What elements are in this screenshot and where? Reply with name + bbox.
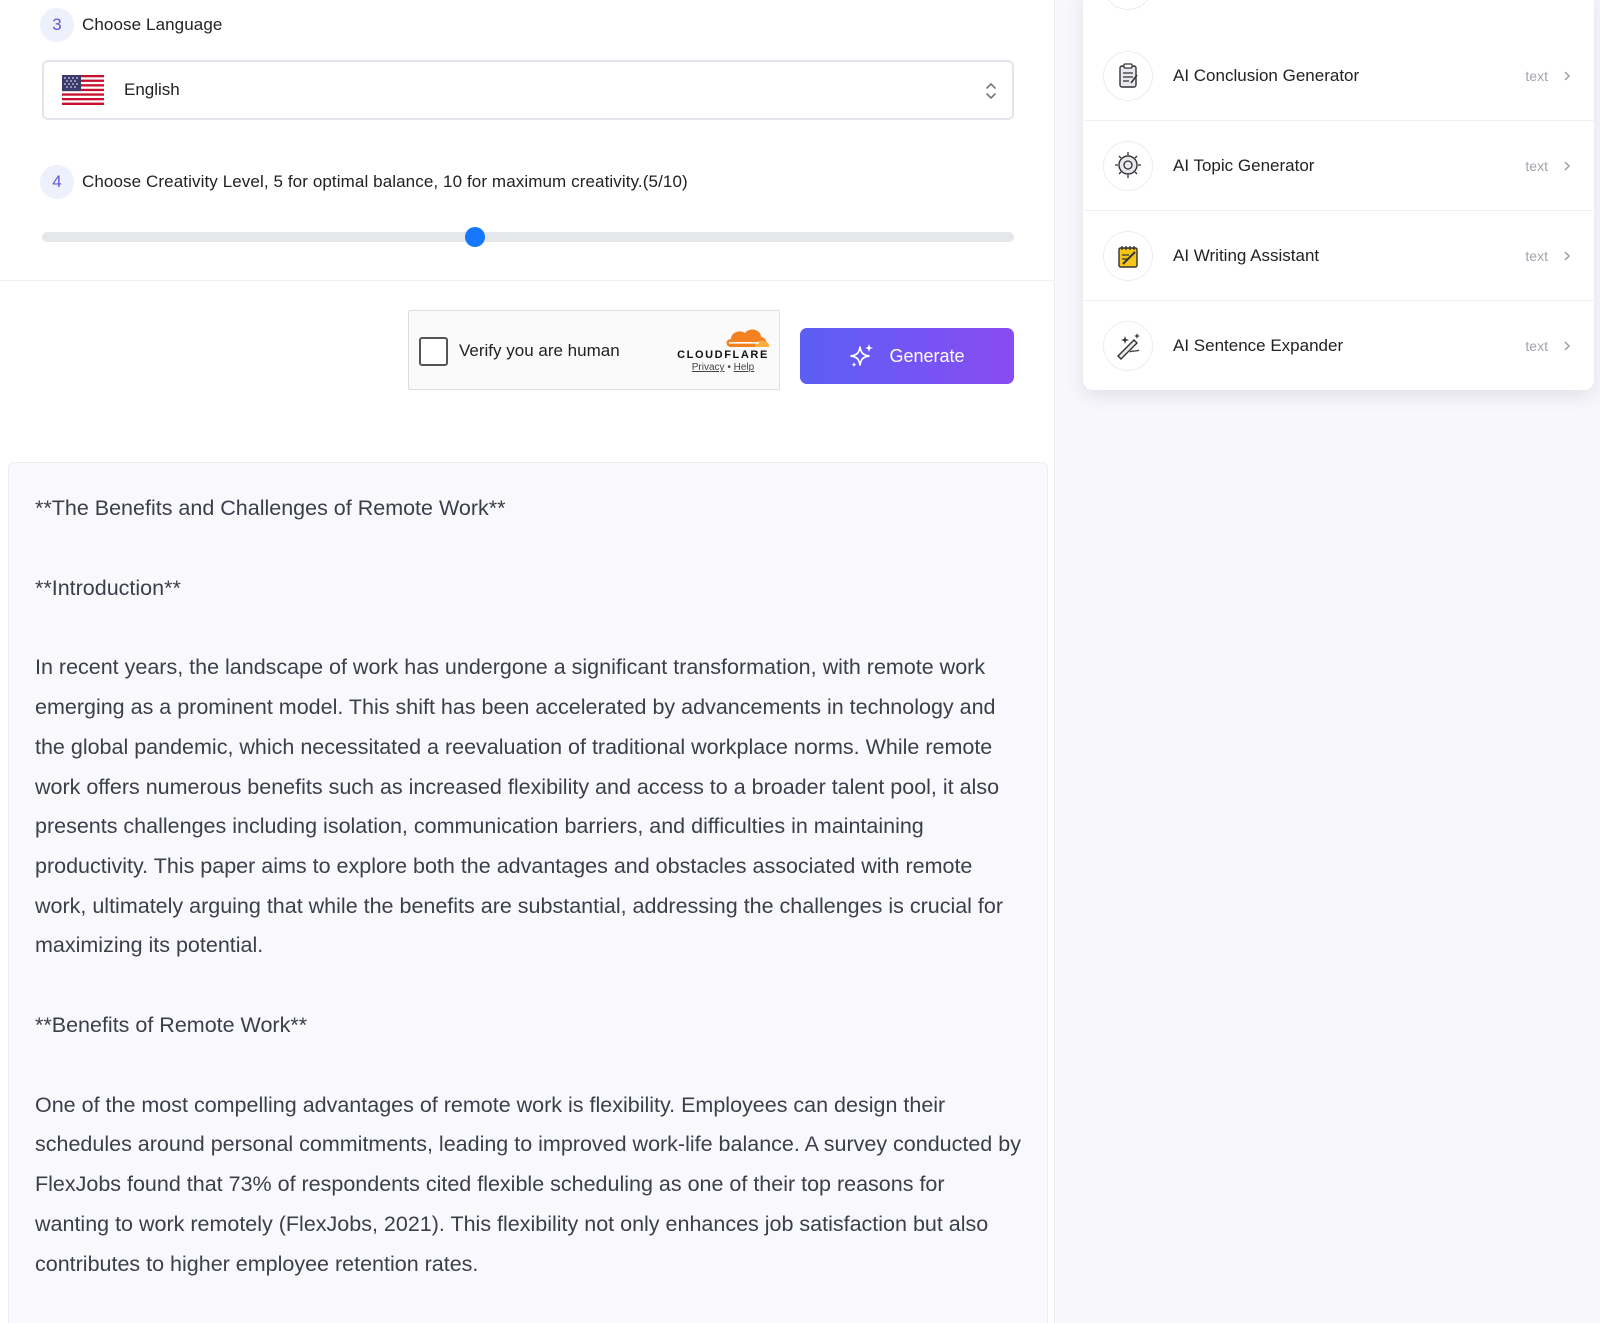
output-paragraph-benefits: One of the most compelling advantages of…	[35, 1092, 1021, 1276]
sidebar-item-label: AI Conclusion Generator	[1173, 65, 1360, 85]
step-number-badge: 4	[40, 165, 74, 199]
magic-pen-icon	[1103, 321, 1153, 371]
sparkles-icon	[850, 344, 874, 367]
creativity-slider-thumb[interactable]	[464, 227, 485, 247]
sidebar-item-label: AI Sentence Expander	[1173, 336, 1344, 355]
chevron-right-icon	[1564, 251, 1570, 260]
cloudflare-cloud-icon	[726, 329, 770, 347]
language-selected-value: English	[124, 80, 180, 99]
step-language-header: 3 Choose Language	[40, 8, 222, 42]
notepad-icon	[1103, 230, 1153, 281]
cloudflare-brand-text: CLOUDFLARE	[677, 349, 769, 361]
sidebar-item-tag: text	[1525, 67, 1548, 84]
sidebar-item-sentence-expander[interactable]: AI Sentence Expander text	[1083, 301, 1594, 391]
section-divider	[0, 280, 1055, 281]
step-number-badge: 3	[40, 8, 74, 42]
cloudflare-logo: CLOUDFLARE Privacy • Help	[677, 325, 770, 374]
step-language-label: Choose Language	[82, 15, 223, 34]
language-select[interactable]: English	[42, 60, 1014, 120]
sidebar-item-tag: text	[1525, 338, 1548, 354]
output-paragraph-introduction: In recent years, the landscape of work h…	[35, 655, 1004, 958]
chevron-up-down-icon	[986, 82, 996, 100]
previous-tool-icon-partial	[1103, 0, 1153, 10]
sidebar-item-tag: text	[1525, 157, 1548, 174]
us-flag-icon	[62, 75, 104, 105]
sidebar-item-writing-assistant[interactable]: AI Writing Assistant text	[1083, 211, 1594, 301]
sidebar-item-conclusion-generator[interactable]: AI Conclusion Generator text	[1083, 31, 1594, 121]
output-heading-introduction: **Introduction**	[35, 575, 181, 600]
verify-human-checkbox[interactable]	[419, 337, 448, 366]
lightbulb-icon	[1103, 140, 1153, 191]
privacy-link[interactable]: Privacy	[692, 362, 725, 373]
sidebar-item-topic-generator[interactable]: AI Topic Generator text	[1083, 121, 1594, 211]
chevron-right-icon	[1564, 71, 1570, 80]
output-heading-benefits: **Benefits of Remote Work**	[35, 1013, 308, 1038]
cloudflare-captcha-widget: Verify you are human CLOUDFLARE Privacy …	[408, 310, 780, 390]
sidebar-item-label: AI Writing Assistant	[1173, 245, 1320, 265]
generated-output-panel: **The Benefits and Challenges of Remote …	[8, 462, 1048, 1323]
chevron-right-icon	[1564, 161, 1570, 170]
main-column: 3 Choose Language English 4 Choose Creat…	[0, 0, 1055, 1323]
sidebar-item-label: AI Topic Generator	[1173, 155, 1315, 175]
step-creativity-label: Choose Creativity Level, 5 for optimal b…	[82, 172, 688, 191]
step-creativity-header: 4 Choose Creativity Level, 5 for optimal…	[40, 165, 688, 199]
verify-human-label: Verify you are human	[459, 341, 620, 360]
chevron-right-icon	[1564, 341, 1570, 351]
sidebar-item-tag: text	[1525, 247, 1548, 264]
generate-button-label: Generate	[889, 345, 965, 366]
cloudflare-links: Privacy • Help	[677, 362, 769, 374]
generate-button[interactable]: Generate	[800, 328, 1014, 384]
clipboard-icon	[1103, 50, 1153, 101]
output-title: **The Benefits and Challenges of Remote …	[35, 496, 506, 520]
related-tools-card: AI Conclusion Generator text AI Topic Ge…	[1083, 0, 1594, 390]
creativity-slider-track[interactable]	[42, 227, 1014, 247]
help-link[interactable]: Help	[734, 362, 755, 373]
link-separator: •	[727, 362, 731, 373]
